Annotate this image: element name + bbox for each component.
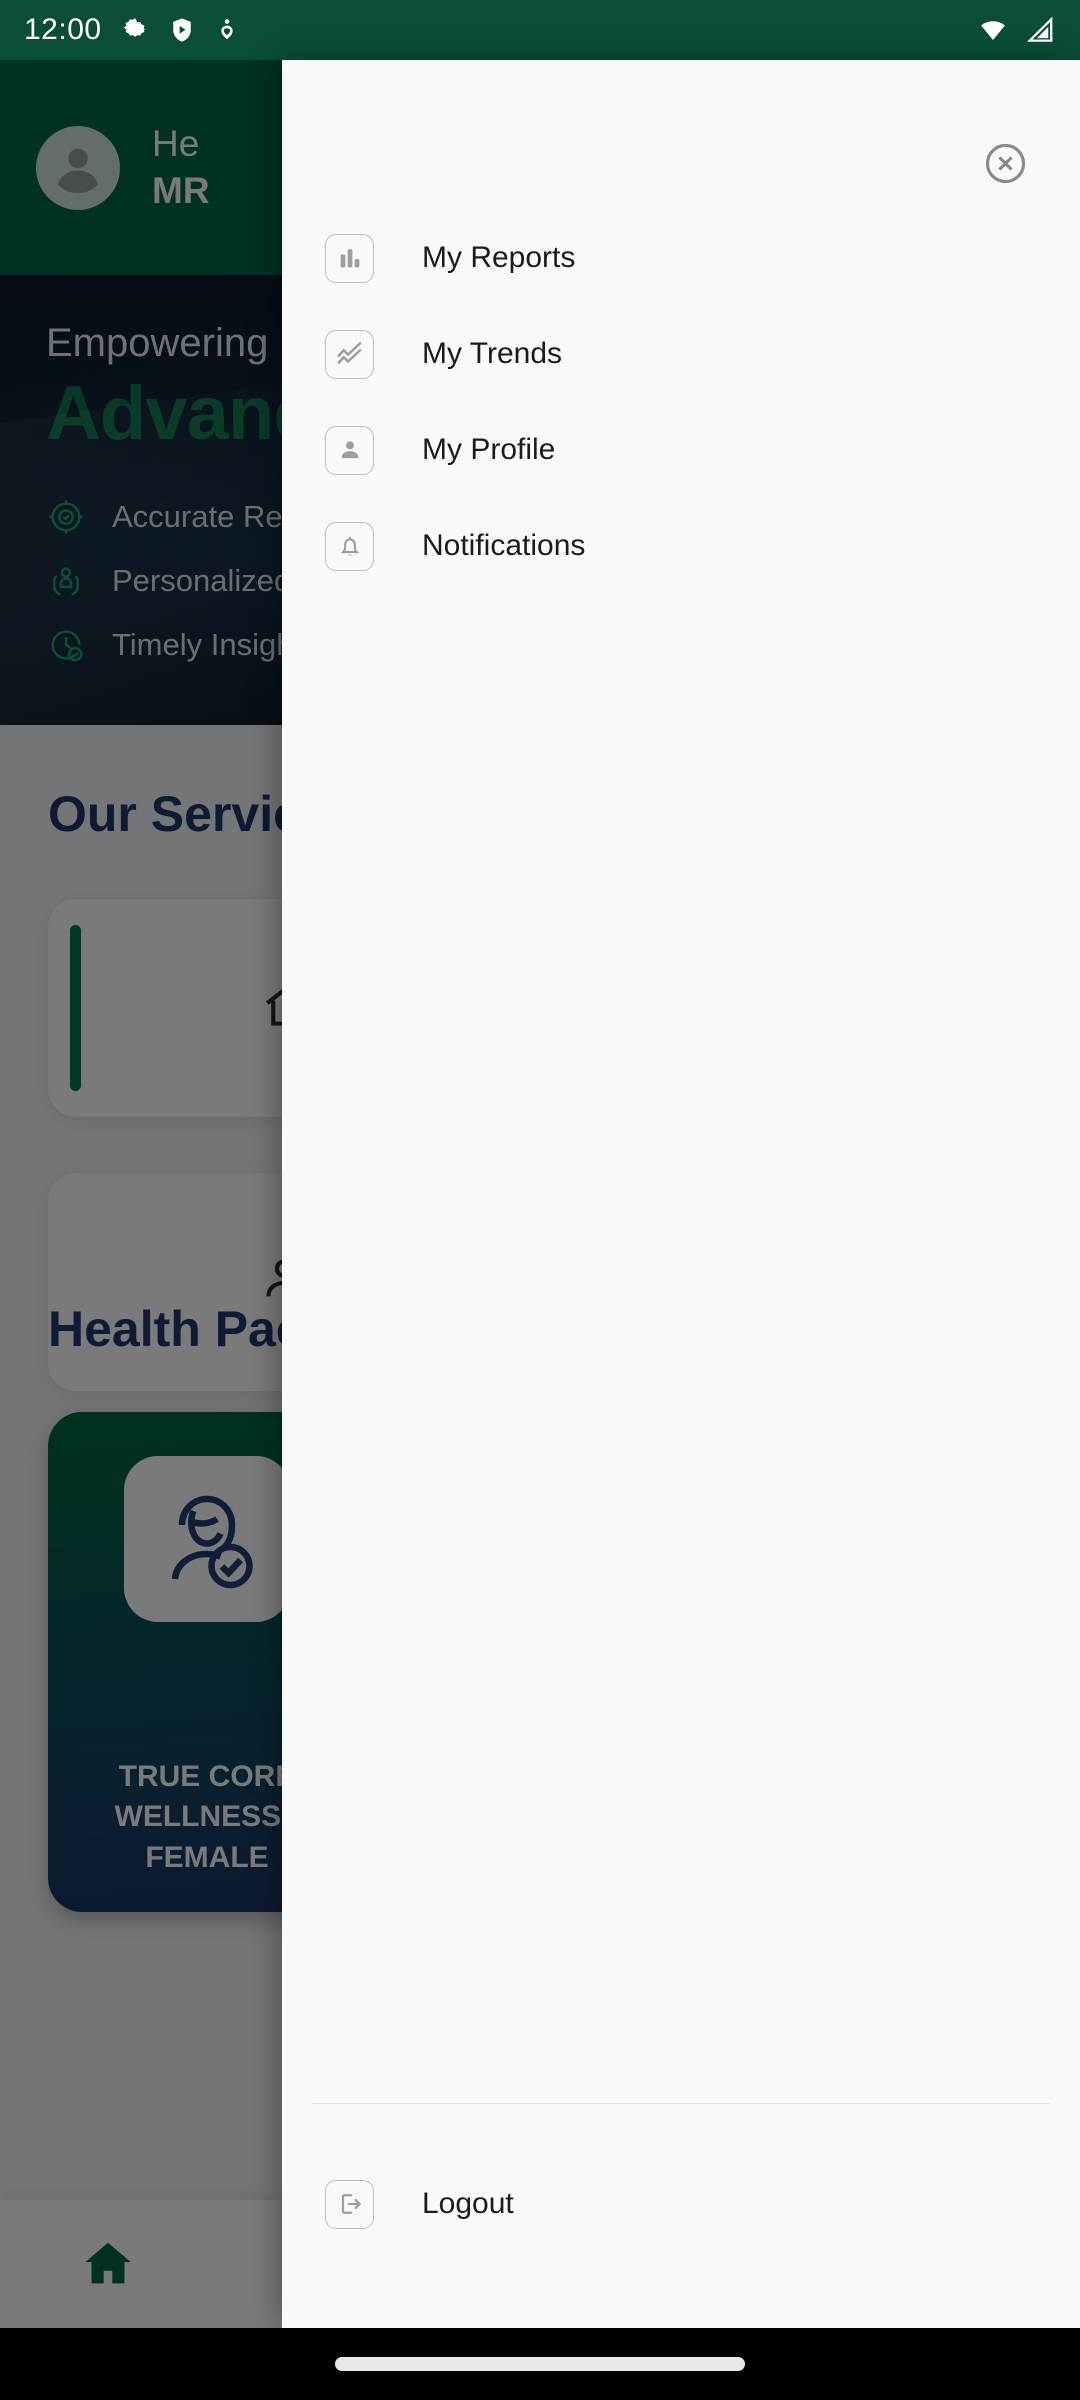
logout-icon	[341, 2194, 361, 2214]
bar-chart-icon-wrap	[325, 233, 374, 283]
status-bar-left-icons	[120, 15, 240, 45]
drawer-item-my-reports[interactable]: My Reports	[282, 210, 1080, 306]
cellular-signal-icon	[1027, 16, 1053, 42]
drawer-item-my-profile[interactable]: My Profile	[282, 402, 1080, 498]
drawer-item-label: My Profile	[422, 433, 556, 466]
phone-screen: He MR Empowering Advanc Accurate Resu	[0, 0, 1080, 2400]
bell-icon	[340, 536, 359, 556]
person-icon	[341, 441, 358, 459]
status-bar-right-icons	[976, 15, 1056, 45]
drawer-header	[282, 60, 1080, 210]
gear-icon	[123, 18, 146, 37]
heart-pulse-icon	[220, 19, 233, 40]
shield-play-icon	[172, 18, 191, 42]
drawer-item-label: Notifications	[422, 529, 586, 562]
system-navigation-bar	[0, 2328, 1080, 2400]
gesture-pill[interactable]	[335, 2357, 745, 2371]
trend-line-icon-wrap	[325, 329, 374, 379]
drawer-item-my-trends[interactable]: My Trends	[282, 306, 1080, 402]
drawer-item-logout[interactable]: Logout	[282, 2156, 1080, 2252]
status-bar-time: 12:00	[24, 13, 102, 46]
bell-icon-wrap	[325, 521, 374, 571]
drawer-item-label: My Reports	[422, 241, 576, 274]
bar-chart-icon	[340, 249, 359, 268]
drawer-divider	[312, 2103, 1050, 2104]
drawer-bottom-padding	[282, 2252, 1080, 2328]
logout-icon-wrap	[325, 2179, 374, 2229]
close-drawer-button[interactable]	[982, 140, 1029, 187]
navigation-drawer: My Reports My Trends My Profile Notifica…	[282, 60, 1080, 2328]
drawer-item-notifications[interactable]: Notifications	[282, 498, 1080, 594]
drawer-menu: My Reports My Trends My Profile Notifica…	[282, 210, 1080, 594]
drawer-item-label: My Trends	[422, 337, 563, 370]
person-icon-wrap	[325, 425, 374, 475]
wifi-icon	[981, 21, 1005, 40]
drawer-item-label: Logout	[422, 2187, 514, 2220]
status-bar: 12:00	[0, 0, 1080, 60]
close-circle-icon	[985, 143, 1026, 184]
drawer-spacer	[282, 594, 1080, 2103]
trend-line-icon	[337, 342, 361, 364]
